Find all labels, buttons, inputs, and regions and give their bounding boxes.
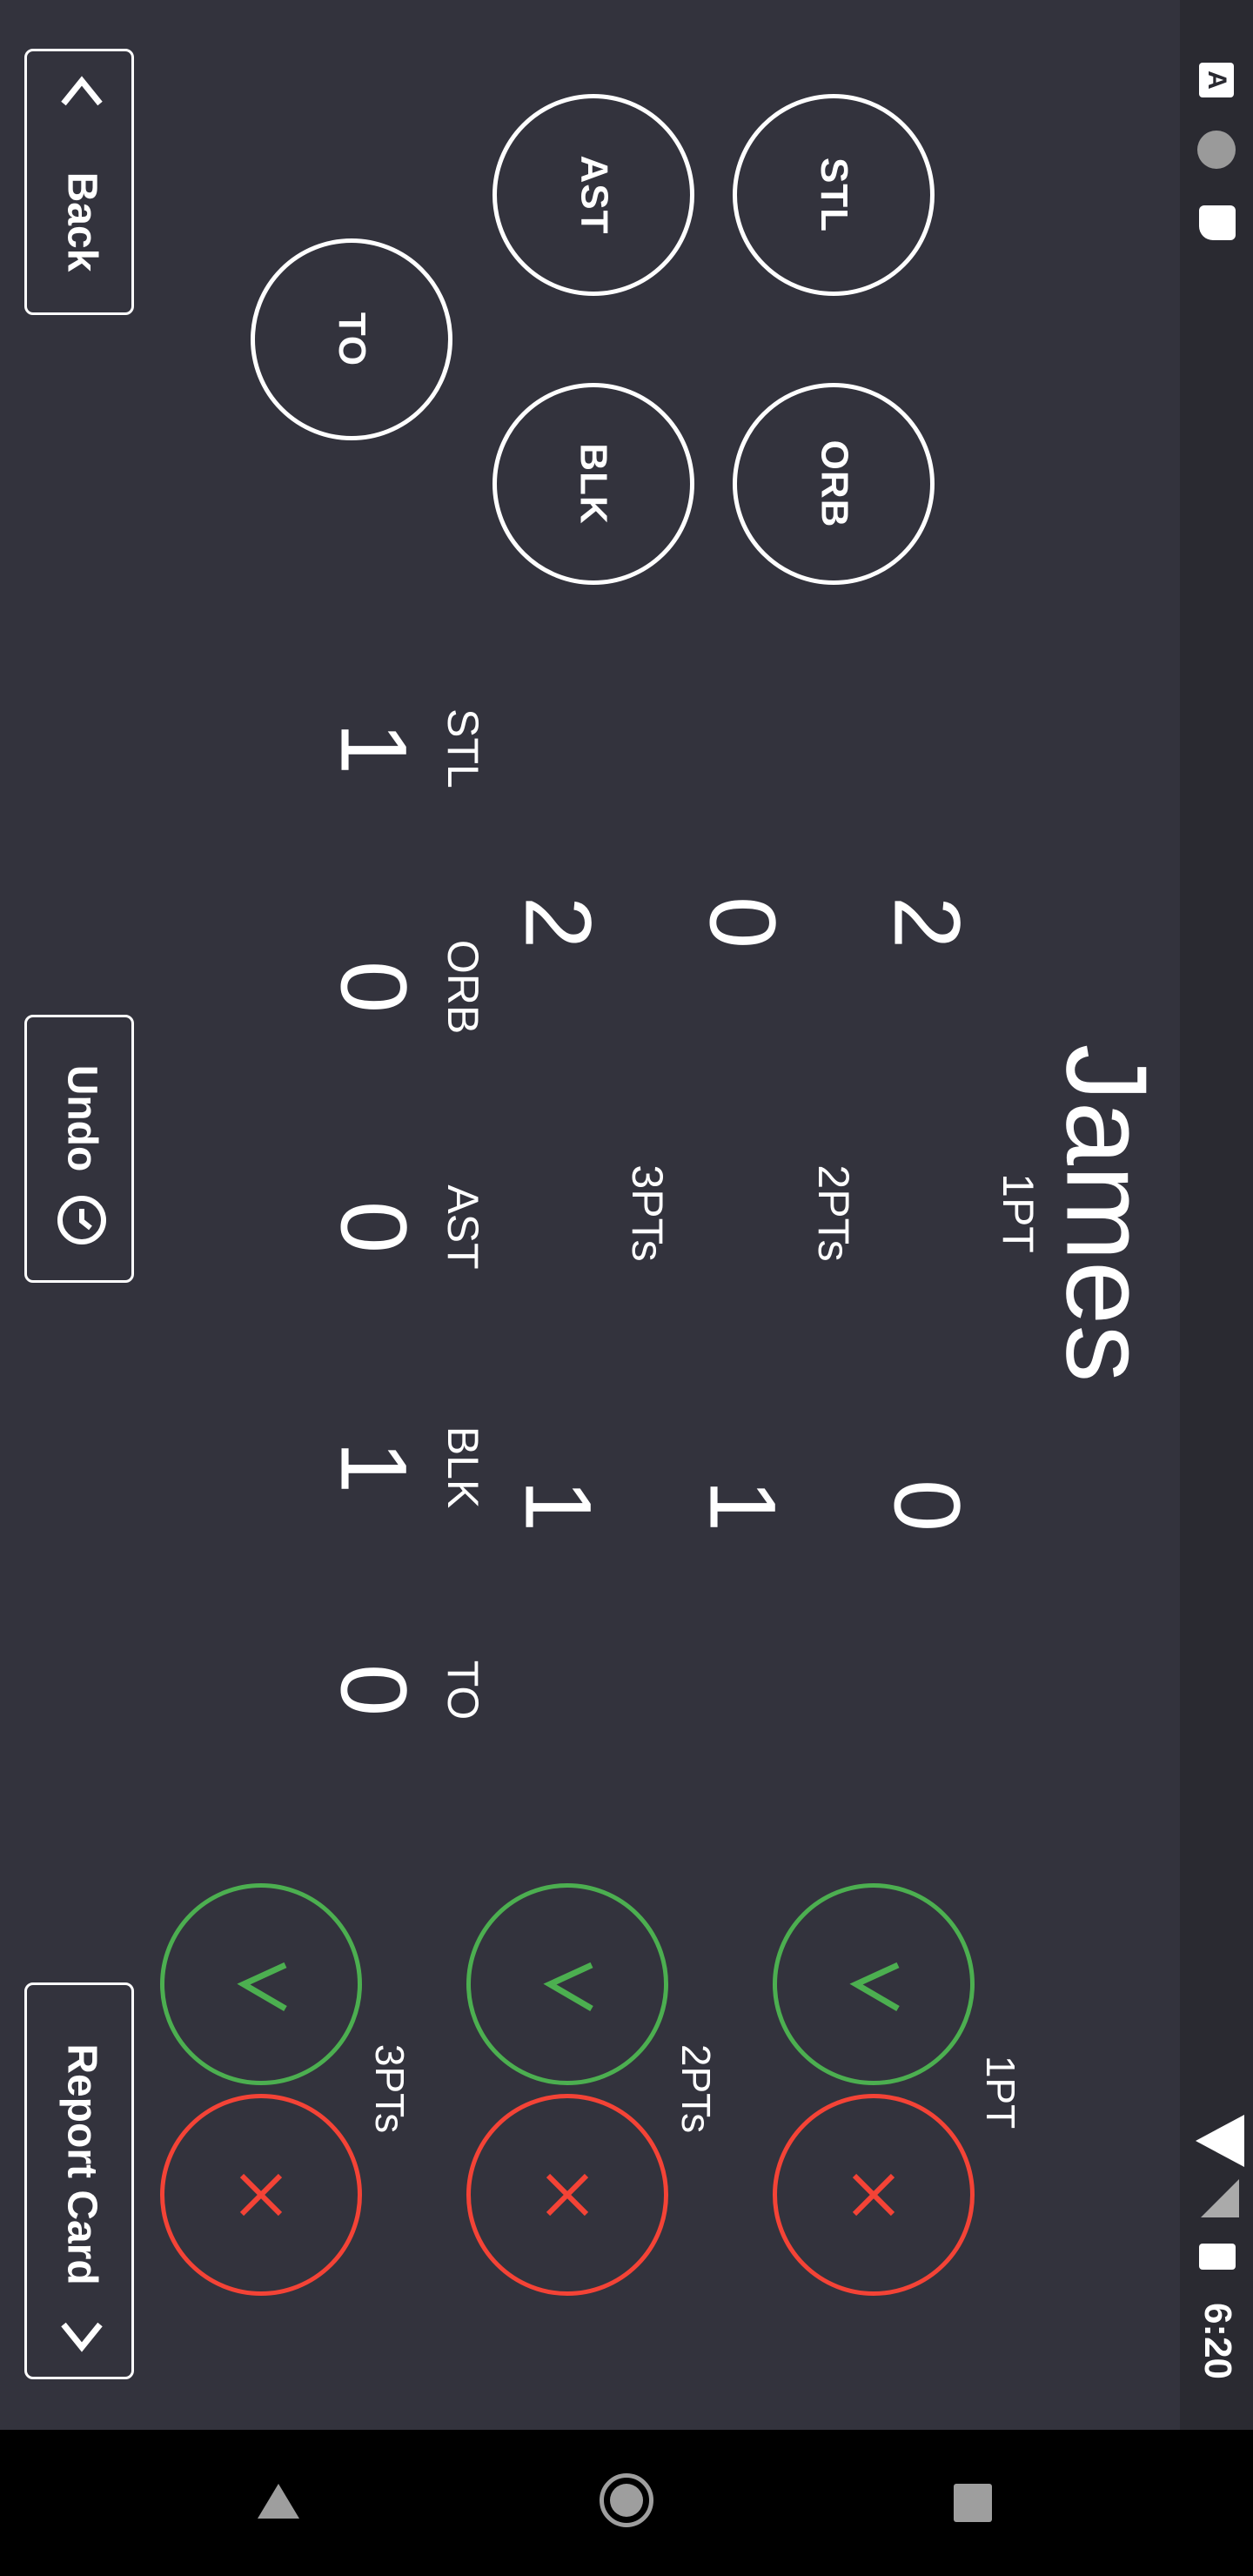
- chevron-down-icon: [61, 2322, 103, 2352]
- steal-label: STL: [439, 708, 487, 788]
- two-points-missed-value: 1: [690, 1479, 796, 1533]
- turnover-label: TO: [439, 1660, 487, 1721]
- turnover-value: 0: [321, 1663, 427, 1717]
- chevron-up-icon: [61, 76, 103, 106]
- steal-button-label: STL: [812, 157, 855, 233]
- assist-label: AST: [439, 1184, 487, 1270]
- shot-two-points-label: 2PTs: [673, 2043, 719, 2134]
- x-icon: [852, 2173, 895, 2217]
- player-name: James: [1042, 1043, 1171, 1383]
- back-nav-icon[interactable]: [258, 2484, 299, 2519]
- home-nav-icon[interactable]: [600, 2473, 653, 2527]
- assist-button[interactable]: AST: [492, 94, 694, 296]
- back-button[interactable]: Back: [24, 49, 134, 315]
- x-icon: [546, 2173, 589, 2217]
- check-icon: [237, 1962, 287, 2012]
- two-points-made-value: 0: [690, 896, 796, 949]
- wifi-icon: [1196, 2115, 1244, 2167]
- battery-icon: [1199, 2244, 1236, 2270]
- two-points-make-button[interactable]: [466, 1883, 668, 2085]
- three-points-make-button[interactable]: [160, 1883, 362, 2085]
- block-button-label: BLK: [573, 443, 615, 525]
- turnover-button-label: TO: [331, 312, 373, 367]
- one-point-make-button[interactable]: [773, 1883, 975, 2085]
- assist-value: 0: [321, 1200, 427, 1254]
- navigation-bar: [0, 2430, 1253, 2576]
- three-points-made-value: 2: [506, 896, 612, 949]
- two-points-header: 2PTs: [809, 1164, 858, 1262]
- steal-value: 1: [321, 721, 427, 775]
- check-icon: [849, 1962, 900, 2012]
- shot-three-points-label: 3PTs: [367, 2043, 412, 2134]
- turnover-button[interactable]: TO: [251, 238, 452, 440]
- block-label: BLK: [439, 1426, 487, 1509]
- sync-icon: [1197, 131, 1236, 169]
- x-icon: [239, 2173, 283, 2217]
- offensive-rebound-button-label: ORB: [813, 439, 855, 528]
- three-points-missed-value: 1: [506, 1479, 612, 1533]
- three-points-miss-button[interactable]: [160, 2094, 362, 2296]
- undo-label: Undo: [58, 1064, 105, 1172]
- one-point-missed-value: 0: [874, 1479, 981, 1533]
- one-point-miss-button[interactable]: [773, 2094, 975, 2296]
- one-point-header: 1PT: [994, 1173, 1042, 1253]
- undo-button[interactable]: Undo: [24, 1015, 134, 1283]
- steal-button[interactable]: STL: [733, 94, 935, 296]
- status-bar: A 6:20: [1180, 0, 1253, 2430]
- history-icon: [57, 1196, 106, 1244]
- assist-button-label: AST: [573, 155, 615, 235]
- three-points-header: 3PTs: [623, 1164, 672, 1262]
- block-button[interactable]: BLK: [492, 383, 694, 585]
- sd-card-icon: [1199, 205, 1236, 240]
- offensive-rebound-label: ORB: [439, 939, 487, 1035]
- offensive-rebound-button[interactable]: ORB: [733, 383, 935, 585]
- signal-icon: [1201, 2179, 1239, 2217]
- one-point-made-value: 2: [874, 896, 981, 949]
- report-card-button[interactable]: Report Card: [24, 1982, 134, 2379]
- two-points-miss-button[interactable]: [466, 2094, 668, 2296]
- status-time: 6:20: [1196, 2302, 1239, 2380]
- check-icon: [543, 1962, 593, 2012]
- keyboard-a-icon: A: [1199, 63, 1234, 97]
- back-label: Back: [58, 171, 105, 272]
- shot-one-point-label: 1PT: [978, 2055, 1023, 2130]
- offensive-rebound-value: 0: [321, 960, 427, 1014]
- block-value: 1: [321, 1440, 427, 1494]
- report-card-label: Report Card: [58, 2043, 105, 2285]
- recents-nav-icon[interactable]: [954, 2484, 992, 2522]
